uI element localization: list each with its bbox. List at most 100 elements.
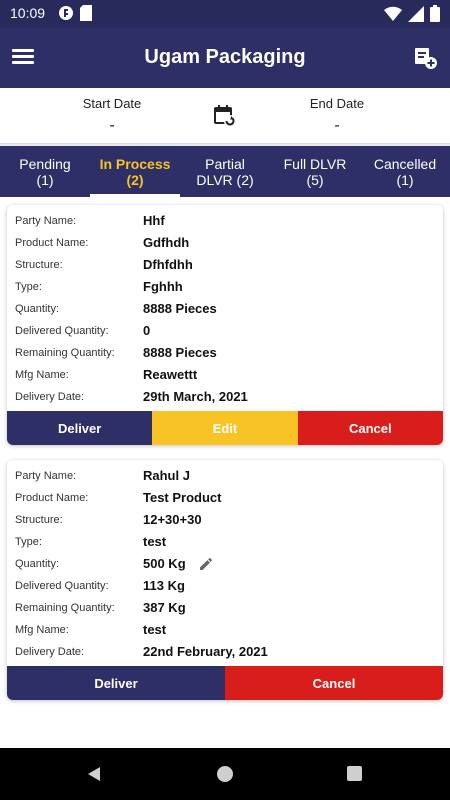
- cancel-button[interactable]: Cancel: [225, 666, 443, 700]
- field-value: test: [143, 622, 167, 637]
- field-label: Product Name:: [15, 237, 89, 249]
- battery-icon: [430, 5, 440, 27]
- field-row: Delivery Date: 29th March, 2021: [15, 388, 435, 408]
- field-value: Dfhfdhh: [143, 257, 193, 272]
- field-value: Rahul J: [143, 468, 190, 483]
- system-nav-bar: [0, 748, 450, 800]
- field-label: Type:: [15, 281, 42, 293]
- field-label: Delivery Date:: [15, 391, 85, 403]
- field-label: Quantity:: [15, 303, 60, 315]
- field-row: Remaining Quantity: 8888 Pieces: [15, 344, 435, 364]
- field-row: Delivered Quantity: 113 Kg: [15, 577, 435, 597]
- field-row: Delivery Date: 22nd February, 2021: [15, 643, 435, 663]
- field-value: test: [143, 534, 167, 549]
- field-label: Mfg Name:: [15, 369, 69, 381]
- field-value: 500 Kg: [143, 556, 186, 571]
- field-value: 8888 Pieces: [143, 301, 217, 316]
- field-label: Delivery Date:: [15, 646, 85, 658]
- field-row: Structure: Dfhfdhh: [15, 256, 435, 276]
- field-row: Party Name: Rahul J: [15, 467, 435, 487]
- field-row: Product Name: Gdfhdh: [15, 234, 435, 254]
- recents-icon[interactable]: [347, 766, 362, 781]
- field-label: Structure:: [15, 514, 63, 526]
- app-notification-icon: [58, 5, 74, 26]
- field-row: Type: test: [15, 533, 435, 553]
- field-value: Reawettt: [143, 367, 198, 382]
- end-date[interactable]: End Date -: [257, 96, 417, 135]
- tab-label: Full DLVR: [283, 156, 347, 172]
- field-row: Type: Fghhh: [15, 278, 435, 298]
- tab-pending[interactable]: Pending (1): [0, 146, 90, 197]
- tab-count: (1): [36, 172, 54, 188]
- tab-label: Partial: [205, 156, 245, 172]
- tab-full-dlvr[interactable]: Full DLVR (5): [270, 146, 360, 197]
- tab-count: (1): [396, 172, 414, 188]
- field-label: Remaining Quantity:: [15, 602, 115, 614]
- field-label: Delivered Quantity:: [15, 580, 109, 592]
- end-date-label: End Date: [309, 96, 365, 111]
- tab-label: Cancelled: [373, 156, 437, 172]
- signal-icon: [408, 5, 424, 27]
- field-row: Delivered Quantity: 0: [15, 322, 435, 342]
- tab-count: DLVR (2): [196, 172, 254, 188]
- field-value: 387 Kg: [143, 600, 186, 615]
- deliver-button[interactable]: Deliver: [7, 666, 225, 700]
- tab-in-process[interactable]: In Process (2): [90, 146, 180, 197]
- field-value: 8888 Pieces: [143, 345, 217, 360]
- field-row: Quantity: 500 Kg: [15, 555, 435, 575]
- order-card: Party Name: Hhf Product Name: Gdfhdh Str…: [7, 205, 443, 445]
- edit-button[interactable]: Edit: [152, 411, 298, 445]
- status-tabs: Pending (1) In Process (2) Partial DLVR …: [0, 146, 450, 197]
- order-list: Party Name: Hhf Product Name: Gdfhdh Str…: [0, 197, 450, 748]
- status-time: 10:09: [10, 5, 46, 21]
- start-date-label: Start Date: [82, 96, 142, 111]
- field-value: Hhf: [143, 213, 165, 228]
- field-value: Test Product: [143, 490, 222, 505]
- tab-count: (5): [306, 172, 324, 188]
- edit-quantity-icon[interactable]: [199, 557, 213, 571]
- field-row: Structure: 12+30+30: [15, 511, 435, 531]
- card-actions: Deliver Cancel: [7, 666, 443, 700]
- end-date-value: -: [334, 117, 340, 134]
- home-icon[interactable]: [217, 766, 233, 782]
- back-icon[interactable]: [86, 766, 102, 787]
- field-row: Party Name: Hhf: [15, 212, 435, 232]
- deliver-button[interactable]: Deliver: [7, 411, 153, 445]
- field-value: Gdfhdh: [143, 235, 190, 250]
- field-row: Quantity: 8888 Pieces: [15, 300, 435, 320]
- field-value: 0: [143, 323, 151, 338]
- field-row: Mfg Name: test: [15, 621, 435, 641]
- field-value: 29th March, 2021: [143, 389, 248, 404]
- field-value: 12+30+30: [143, 512, 202, 527]
- calendar-refresh-icon[interactable]: [213, 104, 237, 128]
- field-row: Product Name: Test Product: [15, 489, 435, 509]
- tab-count: (2): [126, 172, 144, 188]
- tab-label: Pending: [19, 156, 71, 172]
- status-bar: 10:09: [0, 0, 450, 28]
- tab-partial-dlvr[interactable]: Partial DLVR (2): [180, 146, 270, 197]
- start-date[interactable]: Start Date -: [32, 96, 192, 135]
- field-label: Delivered Quantity:: [15, 325, 109, 337]
- field-row: Remaining Quantity: 387 Kg: [15, 599, 435, 619]
- field-label: Remaining Quantity:: [15, 347, 115, 359]
- report-icon[interactable]: [412, 44, 438, 70]
- field-label: Party Name:: [15, 470, 77, 482]
- order-card: Party Name: Rahul J Product Name: Test P…: [7, 460, 443, 700]
- app-bar: Ugam Packaging: [0, 28, 450, 88]
- wifi-icon: [384, 6, 402, 27]
- card-actions: Deliver Edit Cancel: [7, 411, 443, 445]
- start-date-value: -: [109, 117, 115, 134]
- field-label: Structure:: [15, 259, 63, 271]
- field-value: 113 Kg: [143, 578, 185, 593]
- sd-card-icon: [80, 5, 92, 26]
- field-value: Fghhh: [143, 279, 183, 294]
- field-value: 22nd February, 2021: [143, 644, 268, 659]
- field-label: Type:: [15, 536, 42, 548]
- field-label: Party Name:: [15, 215, 77, 227]
- tab-cancelled[interactable]: Cancelled (1): [360, 146, 450, 197]
- cancel-button[interactable]: Cancel: [297, 411, 443, 445]
- tab-label: In Process: [99, 156, 171, 172]
- field-label: Mfg Name:: [15, 624, 69, 636]
- field-label: Product Name:: [15, 492, 89, 504]
- field-row: Mfg Name: Reawettt: [15, 366, 435, 386]
